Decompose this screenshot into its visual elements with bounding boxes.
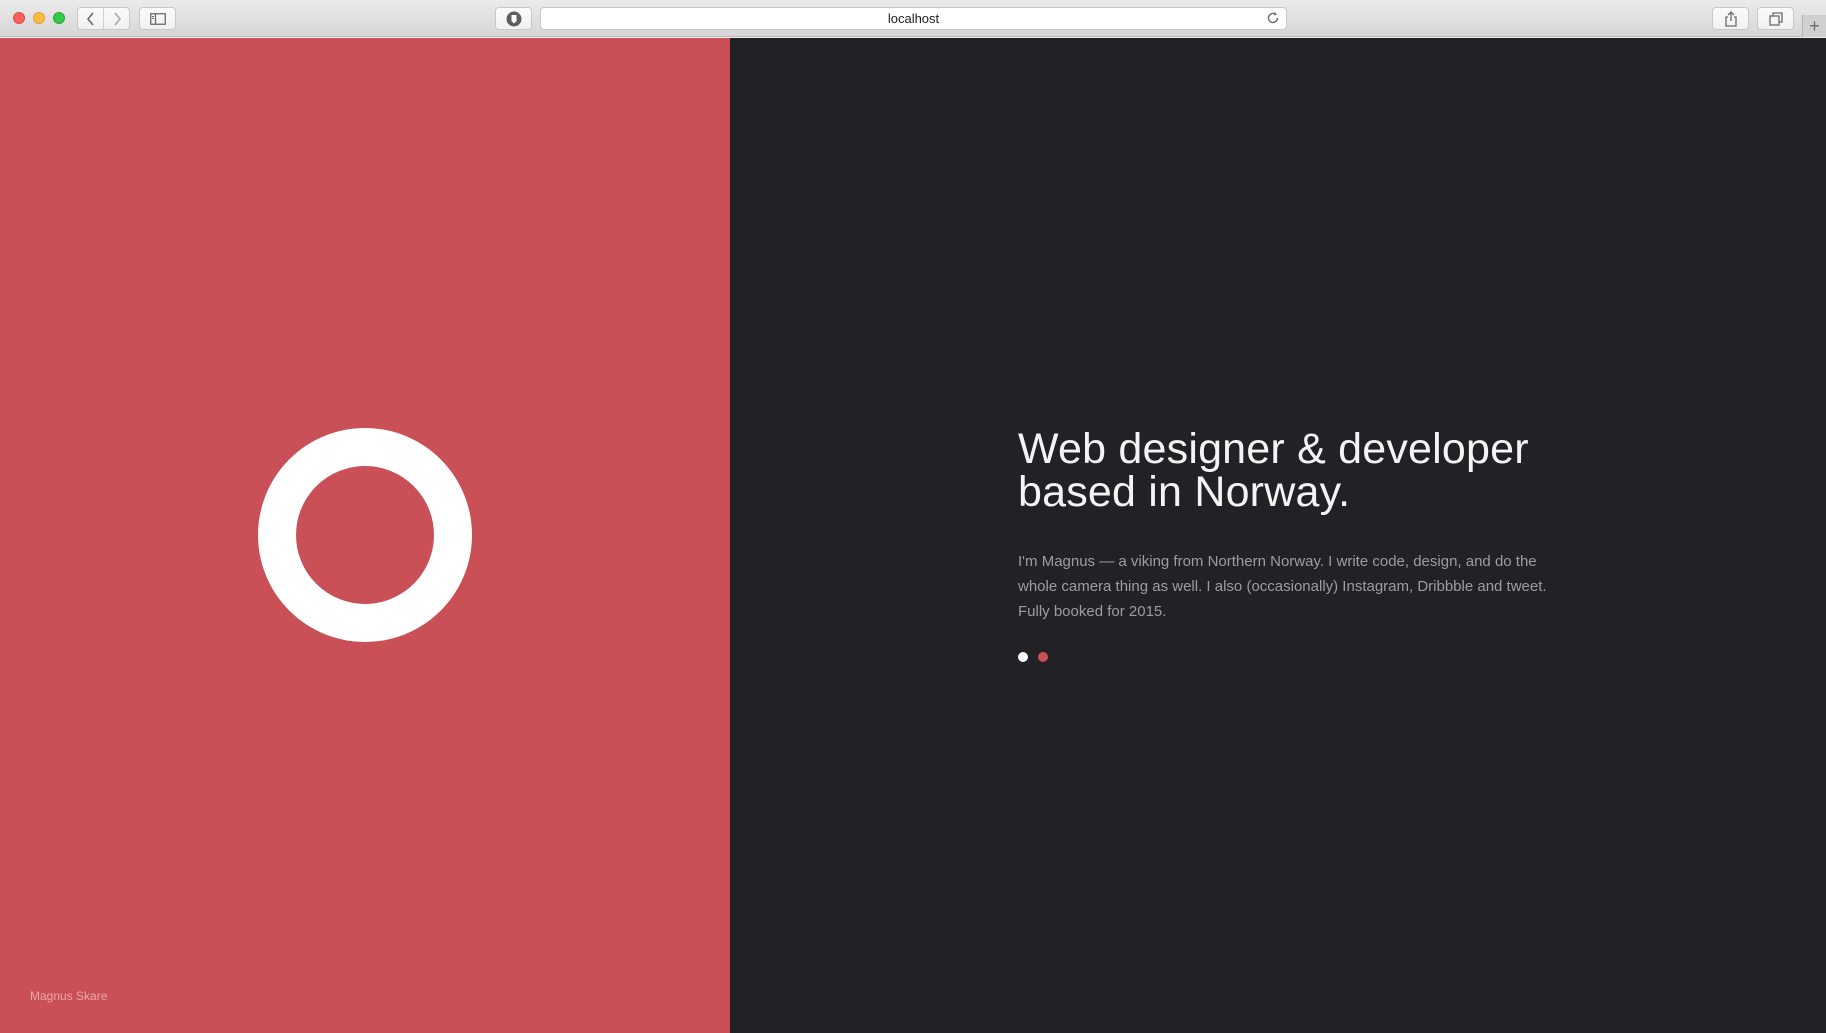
right-panel: Web designer & developer based in Norway… [730,38,1826,1033]
address-bar[interactable]: localhost [540,7,1287,30]
extension-button[interactable] [495,7,532,30]
share-icon [1724,10,1737,27]
plus-icon: + [1809,16,1820,36]
bio-text: I'm Magnus — a viking from Northern Norw… [1018,553,1547,620]
headline-line-1: Web designer & developer [1018,425,1529,473]
forward-button[interactable] [103,8,129,29]
address-url: localhost [887,11,940,26]
pager-dot-2[interactable] [1038,652,1048,662]
left-panel: Magnus Skare [0,38,730,1033]
headline: Web designer & developer based in Norway… [1018,428,1558,514]
ring-icon [258,428,472,642]
chevron-right-icon [114,11,121,26]
close-window-button[interactable] [13,12,25,24]
minimize-window-button[interactable] [33,12,45,24]
navigation-buttons [77,7,130,30]
headline-line-2: based in Norway. [1018,468,1351,516]
back-button[interactable] [78,8,103,29]
reload-button[interactable] [1266,11,1280,30]
sidebar-toggle-button[interactable] [139,7,176,30]
reload-icon [1267,12,1279,24]
chevron-left-icon [86,11,94,26]
pager-dot-1[interactable] [1018,652,1028,662]
zoom-window-button[interactable] [53,12,65,24]
pager-dots [1018,652,1558,662]
intro-content: Web designer & developer based in Norway… [1018,428,1558,662]
show-tabs-button[interactable] [1757,7,1794,30]
tabs-icon [1768,11,1783,26]
author-name: Magnus Skare [30,989,108,1003]
browser-toolbar: localhost + [0,0,1826,37]
share-button[interactable] [1712,7,1749,30]
shield-icon [506,11,521,26]
web-page: Magnus Skare Web designer & developer ba… [0,38,1826,1033]
new-tab-button[interactable]: + [1802,15,1826,37]
sidebar-icon [149,12,166,25]
